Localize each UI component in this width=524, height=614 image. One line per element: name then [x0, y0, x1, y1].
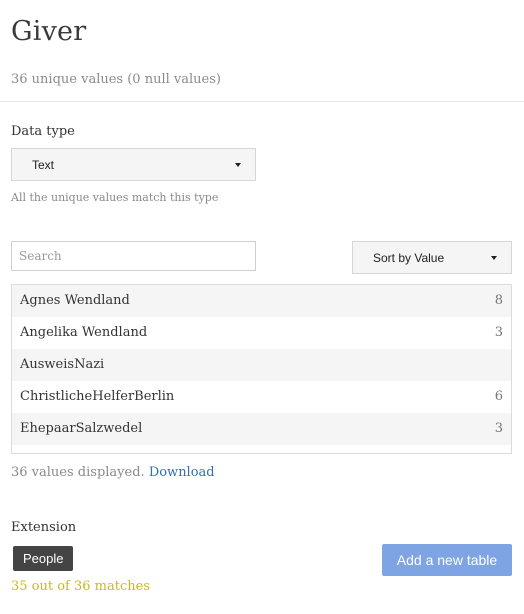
data-type-label: Data type	[11, 124, 75, 139]
page-title: Giver	[11, 16, 87, 47]
list-item[interactable]: ChristlicheHelferBerlin 6	[12, 381, 511, 413]
value-name: AusweisNazi	[20, 357, 105, 372]
chevron-down-icon	[491, 255, 497, 260]
search-input[interactable]	[11, 241, 256, 271]
list-item[interactable]: Angelika Wendland 3	[12, 317, 511, 349]
data-type-value: Text	[32, 157, 55, 172]
list-item[interactable]: Agnes Wendland 8	[12, 285, 511, 317]
sort-select[interactable]: Sort by Value	[352, 241, 512, 274]
values-list[interactable]: Agnes Wendland 8 Angelika Wendland 3 Aus…	[11, 284, 512, 454]
value-count: 3	[494, 421, 503, 436]
download-link[interactable]: Download	[149, 465, 215, 480]
value-count: 8	[494, 293, 503, 308]
value-count: 6	[494, 389, 503, 404]
people-extension-chip[interactable]: People	[13, 546, 74, 571]
matches-status: 35 out of 36 matches	[11, 579, 150, 594]
value-name: Angelika Wendland	[20, 325, 148, 340]
data-type-hint: All the unique values match this type	[11, 191, 219, 204]
list-item[interactable]: EhepaarSalzwedel 3	[12, 413, 511, 445]
extension-label: Extension	[11, 520, 77, 535]
add-new-table-button[interactable]: Add a new table	[382, 544, 512, 576]
value-name: EhepaarSalzwedel	[20, 421, 143, 436]
data-type-select[interactable]: Text	[11, 148, 256, 181]
unique-values-summary: 36 unique values (0 null values)	[11, 72, 221, 87]
value-count: 3	[494, 325, 503, 340]
chevron-down-icon	[235, 162, 241, 167]
values-displayed-status: 36 values displayed. Download	[11, 465, 215, 480]
list-item[interactable]: AusweisNazi	[12, 349, 511, 381]
values-displayed-text: 36 values displayed.	[11, 465, 145, 480]
sort-value: Sort by Value	[373, 250, 445, 265]
value-name: ChristlicheHelferBerlin	[20, 389, 175, 404]
value-name: Agnes Wendland	[20, 293, 130, 308]
header-divider	[0, 101, 524, 102]
